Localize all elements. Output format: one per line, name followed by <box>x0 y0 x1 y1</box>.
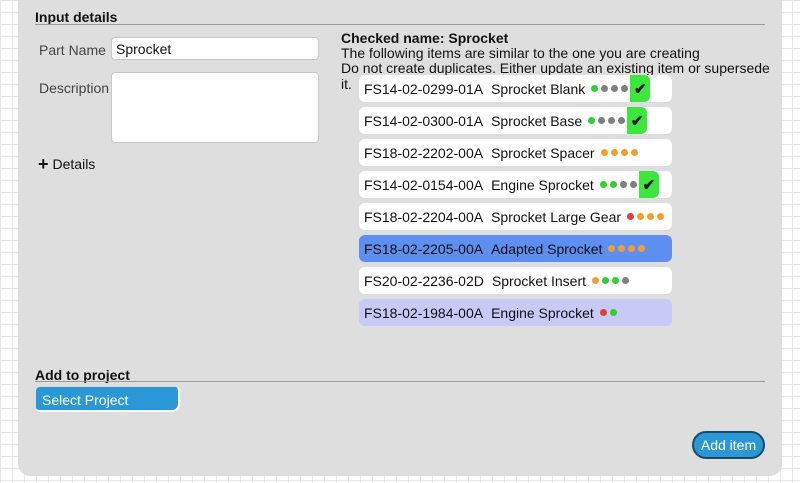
status-dot-orange <box>610 149 618 156</box>
item-name: Sprocket Spacer <box>491 144 595 161</box>
similar-item-row[interactable]: FS18-02-2202-00A Sprocket Spacer <box>359 139 673 166</box>
similar-item-row[interactable]: FS14-02-0154-00A Engine Sprocket ✔ <box>359 171 673 198</box>
status-dot-grey <box>629 181 637 188</box>
similar-items-notice: The following items are similar to the o… <box>341 45 700 61</box>
part-name-label: Part Name <box>39 42 106 58</box>
status-dot-grey <box>601 85 609 92</box>
select-project-dropdown[interactable]: Select Project <box>36 387 180 412</box>
status-dots <box>599 309 617 316</box>
status-dots <box>608 245 646 252</box>
similar-item-row[interactable]: FS18-02-1984-00A Engine Sprocket <box>359 299 673 326</box>
similar-item-row[interactable]: FS18-02-2204-00A Sprocket Large Gear <box>359 203 673 230</box>
item-code: FS18-02-2204-00A <box>364 208 484 225</box>
status-dot-green <box>588 117 596 124</box>
main-panel: Input details Part Name Description + De… <box>18 0 782 476</box>
item-name: Adapted Sprocket <box>491 240 603 257</box>
status-dots <box>592 277 630 284</box>
status-dot-grey <box>611 85 619 92</box>
status-dot-orange <box>628 245 636 252</box>
check-icon: ✔ <box>630 75 651 102</box>
status-dot-orange <box>620 149 628 156</box>
item-name: Sprocket Base <box>491 112 583 129</box>
status-dot-orange <box>657 213 665 220</box>
status-dot-green <box>609 181 617 188</box>
status-dot-orange <box>630 149 638 156</box>
status-dot-green <box>599 181 607 188</box>
item-name: Sprocket Insert <box>491 272 587 289</box>
similar-item-row[interactable]: FS18-02-2205-00A Adapted Sprocket <box>359 235 673 262</box>
checked-name-title: Checked name: Sprocket <box>341 30 509 46</box>
item-code: FS18-02-2205-00A <box>364 240 484 257</box>
status-dot-grey <box>598 117 606 124</box>
status-dot-grey <box>618 117 626 124</box>
status-dot-grey <box>622 277 630 284</box>
status-dot-green <box>609 309 617 316</box>
item-code: FS18-02-2202-00A <box>364 144 484 161</box>
similar-item-row[interactable]: FS20-02-2236-02D Sprocket Insert <box>359 267 673 294</box>
status-dot-orange <box>638 245 646 252</box>
plus-icon: + <box>38 154 49 174</box>
add-to-project-divider <box>35 381 765 382</box>
status-dot-red <box>627 213 635 220</box>
item-code: FS14-02-0299-01A <box>364 80 484 97</box>
item-name: Sprocket Blank <box>491 80 586 97</box>
description-input[interactable] <box>111 72 319 143</box>
description-label: Description <box>39 80 110 96</box>
status-dot-green <box>602 277 610 284</box>
status-dot-orange <box>608 245 616 252</box>
add-item-button[interactable]: Add item <box>692 431 765 459</box>
input-details-divider <box>35 24 765 25</box>
item-code: FS14-02-0154-00A <box>364 176 484 193</box>
status-dot-orange <box>647 213 655 220</box>
item-name: Sprocket Large Gear <box>491 208 622 225</box>
item-code: FS20-02-2236-02D <box>364 272 484 289</box>
status-dot-orange <box>637 213 645 220</box>
details-label: Details <box>52 156 96 172</box>
status-dots <box>599 181 637 188</box>
status-dot-green <box>612 277 620 284</box>
status-dots <box>600 149 638 156</box>
status-dot-orange <box>600 149 608 156</box>
status-dots <box>627 213 665 220</box>
check-icon: ✔ <box>638 171 659 198</box>
input-details-heading: Input details <box>35 9 118 25</box>
similar-item-row[interactable]: FS14-02-0300-01A Sprocket Base ✔ <box>359 107 673 134</box>
status-dots <box>588 117 626 124</box>
status-dot-grey <box>619 181 627 188</box>
similar-items-list: FS14-02-0299-01A Sprocket Blank ✔ FS14-02-0… <box>359 75 673 326</box>
details-toggle[interactable]: + Details <box>38 154 96 174</box>
part-name-input[interactable] <box>111 37 319 60</box>
similar-item-row[interactable]: FS14-02-0299-01A Sprocket Blank ✔ <box>359 75 673 102</box>
status-dots <box>591 85 629 92</box>
status-dot-red <box>599 309 607 316</box>
item-name: Engine Sprocket <box>491 304 594 321</box>
status-dot-orange <box>618 245 626 252</box>
status-dot-grey <box>608 117 616 124</box>
item-code: FS14-02-0300-01A <box>364 112 484 129</box>
item-name: Engine Sprocket <box>491 176 594 193</box>
status-dot-green <box>591 85 599 92</box>
status-dot-grey <box>621 85 629 92</box>
item-code: FS18-02-1984-00A <box>364 304 484 321</box>
check-icon: ✔ <box>627 107 648 134</box>
status-dot-orange <box>592 277 600 284</box>
